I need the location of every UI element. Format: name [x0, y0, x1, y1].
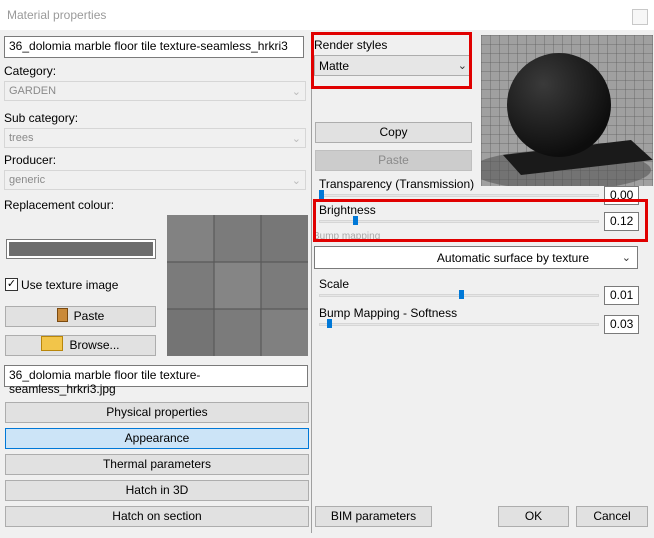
brightness-highlight	[313, 199, 648, 242]
texture-thumbnail	[167, 215, 308, 356]
physical-properties-button[interactable]: Physical properties	[5, 402, 309, 423]
render-styles-highlight	[311, 32, 472, 89]
replacement-colour-swatch[interactable]	[6, 239, 156, 259]
chevron-down-icon: ⌄	[291, 175, 301, 187]
producer-value: generic	[9, 174, 46, 186]
sub-category-value: trees	[9, 132, 34, 144]
category-select[interactable]: GARDEN ⌄	[4, 81, 306, 101]
checkmark-icon: ✓	[6, 278, 17, 290]
transparency-label: Transparency (Transmission)	[319, 177, 475, 191]
texture-file-field[interactable]: 36_dolomia marble floor tile texture-sea…	[4, 365, 308, 396]
material-name-field[interactable]: 36_dolomia marble floor tile texture-sea…	[4, 36, 304, 58]
panel-divider	[311, 33, 312, 533]
cancel-button[interactable]: Cancel	[576, 506, 648, 527]
category-value: GARDEN	[9, 85, 57, 97]
chevron-down-icon: ⌄	[621, 252, 631, 264]
texture-paste-button[interactable]: Paste	[5, 306, 156, 327]
producer-label: Producer:	[4, 153, 57, 167]
scale-slider-thumb[interactable]	[459, 290, 464, 299]
material-name-text: 36_dolomia marble floor tile texture-sea…	[9, 39, 288, 53]
paste-button[interactable]: Paste	[315, 150, 472, 171]
bump-softness-slider[interactable]	[319, 323, 599, 326]
bump-softness-label: Bump Mapping - Softness	[319, 306, 458, 320]
browse-button[interactable]: Browse...	[5, 335, 156, 356]
window-title: Material properties	[7, 8, 107, 22]
material-preview	[481, 35, 653, 186]
transparency-slider[interactable]	[319, 194, 599, 197]
surface-value: Automatic surface by texture	[436, 251, 589, 265]
chevron-down-icon: ⌄	[291, 86, 301, 98]
sub-category-select[interactable]: trees ⌄	[4, 128, 306, 148]
bump-softness-value[interactable]: 0.03	[604, 315, 639, 334]
surface-select[interactable]: Automatic surface by texture ⌄	[314, 246, 638, 269]
texture-paste-label: Paste	[73, 309, 105, 323]
thermal-parameters-button[interactable]: Thermal parameters	[5, 454, 309, 475]
scale-value[interactable]: 0.01	[604, 286, 639, 305]
use-texture-checkbox[interactable]: ✓	[5, 278, 18, 291]
use-texture-label: Use texture image	[21, 278, 119, 292]
texture-file-text: 36_dolomia marble floor tile texture-sea…	[9, 368, 201, 396]
category-label: Category:	[4, 64, 57, 78]
sub-category-label: Sub category:	[4, 111, 79, 125]
hatch-on-section-button[interactable]: Hatch on section	[5, 506, 309, 527]
folder-icon	[41, 336, 64, 351]
transparency-slider-thumb[interactable]	[319, 190, 324, 199]
browse-label: Browse...	[69, 338, 120, 352]
chevron-down-icon: ⌄	[291, 133, 301, 145]
hatch-3d-button[interactable]: Hatch in 3D	[5, 480, 309, 501]
producer-select[interactable]: generic ⌄	[4, 170, 306, 190]
close-button[interactable]	[632, 9, 648, 25]
ok-button[interactable]: OK	[498, 506, 569, 527]
replacement-colour-label: Replacement colour:	[4, 198, 115, 212]
scale-label: Scale	[319, 277, 350, 291]
bim-parameters-button[interactable]: BIM parameters	[315, 506, 432, 527]
clipboard-icon	[56, 308, 68, 322]
bump-softness-slider-thumb[interactable]	[327, 319, 333, 328]
appearance-button[interactable]: Appearance	[5, 428, 309, 449]
copy-button[interactable]: Copy	[315, 122, 472, 143]
